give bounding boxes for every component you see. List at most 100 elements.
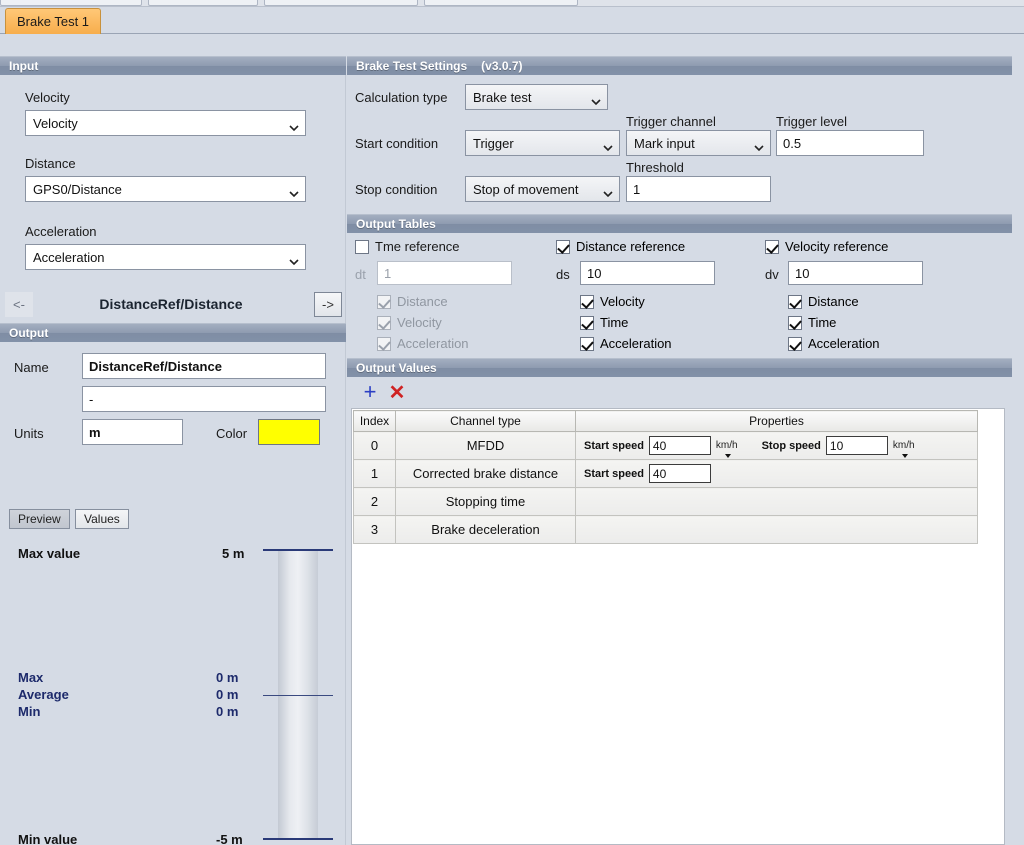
calculation-type-select[interactable]: Brake test — [465, 84, 608, 110]
top-toolbar-strip — [0, 0, 1024, 7]
property-label: Start speed — [584, 467, 644, 480]
property-start-speed: Start speed 40 — [584, 464, 972, 483]
start-speed-value: 40 — [652, 466, 667, 481]
checkbox[interactable] — [377, 315, 391, 330]
remove-output-value-button[interactable]: ✕ — [387, 383, 407, 403]
stop-speed-unit-dropdown[interactable]: km/h — [893, 440, 917, 458]
trigger-level-value: 0.5 — [783, 135, 802, 151]
threshold-input[interactable]: 1 — [626, 176, 771, 202]
stop-speed-input[interactable]: 10 — [825, 436, 888, 455]
velocity-select[interactable]: Velocity — [25, 110, 306, 136]
distance-label: Distance — [25, 156, 76, 171]
tab-brake-test-1[interactable]: Brake Test 1 — [5, 8, 102, 34]
name-label: Name — [14, 360, 49, 375]
acceleration-select[interactable]: Acceleration — [25, 244, 306, 270]
max-value-reading: 5 m — [222, 546, 245, 561]
start-speed-input[interactable]: 40 — [648, 436, 711, 455]
output-tables-header: Output Tables — [347, 214, 1012, 233]
values-tab-button[interactable]: Values — [75, 509, 129, 529]
velocity-ref-option-acceleration[interactable]: Acceleration — [788, 336, 880, 351]
distance-ref-option-velocity[interactable]: Velocity — [580, 294, 645, 309]
velocity-reference-checkbox-row[interactable]: Velocity reference — [765, 239, 888, 254]
name-input[interactable]: DistanceRef/Distance — [82, 353, 326, 379]
dt-value: 1 — [384, 265, 392, 281]
distance-select-value: GPS0/Distance — [33, 181, 122, 197]
property-start-speed: Start speed 40 km/h — [584, 436, 740, 458]
checkbox[interactable] — [788, 336, 802, 351]
stat-label-min: Min — [18, 704, 41, 719]
stop-condition-select[interactable]: Stop of movement — [465, 176, 620, 202]
velocity-reference-checkbox[interactable] — [765, 239, 779, 254]
trigger-channel-value: Mark input — [634, 135, 695, 151]
start-speed-input[interactable]: 40 — [648, 464, 711, 483]
time-ref-option-acceleration[interactable]: Acceleration — [377, 336, 469, 351]
time-reference-checkbox[interactable] — [355, 239, 369, 254]
table-row[interactable]: 2 Stopping time — [353, 487, 978, 516]
distance-reference-checkbox[interactable] — [556, 239, 570, 254]
stat-value-average: 0 m — [216, 687, 239, 702]
ds-input[interactable]: 10 — [580, 261, 715, 285]
distance-select[interactable]: GPS0/Distance — [25, 176, 306, 202]
dt-input[interactable]: 1 — [377, 261, 512, 285]
time-reference-checkbox-row[interactable]: Tme reference — [355, 239, 460, 254]
unit-label: km/h — [715, 440, 738, 451]
preview-tab-button[interactable]: Preview — [9, 509, 70, 529]
velocity-select-value: Velocity — [33, 115, 78, 131]
checkbox[interactable] — [580, 315, 594, 330]
distance-ref-option-acceleration[interactable]: Acceleration — [580, 336, 672, 351]
dt-label: dt — [355, 267, 366, 282]
velocity-label: Velocity — [25, 90, 70, 105]
row-properties — [575, 487, 978, 516]
table-row[interactable]: 3 Brake deceleration — [353, 515, 978, 544]
next-channel-label: -> — [322, 297, 334, 312]
checkbox[interactable] — [377, 336, 391, 351]
preview-tab-label: Preview — [18, 512, 61, 526]
color-swatch[interactable] — [258, 419, 320, 445]
time-reference-label: Tme reference — [375, 239, 460, 254]
units-input[interactable]: m — [82, 419, 183, 445]
property-label: Stop speed — [761, 439, 821, 452]
next-channel-button[interactable]: -> — [314, 292, 342, 317]
time-ref-option-distance[interactable]: Distance — [377, 294, 448, 309]
checkbox[interactable] — [580, 336, 594, 351]
trigger-level-label: Trigger level — [776, 114, 848, 129]
trigger-level-input[interactable]: 0.5 — [776, 130, 924, 156]
option-label: Acceleration — [397, 336, 469, 351]
checkbox[interactable] — [580, 294, 594, 309]
output-panel-header: Output — [0, 323, 346, 342]
brake-test-settings-header: Brake Test Settings (v3.0.7) — [347, 56, 1012, 75]
tab-content-gap — [0, 34, 1024, 56]
checkbox[interactable] — [788, 294, 802, 309]
row-channel-type: Corrected brake distance — [395, 459, 576, 488]
time-ref-option-velocity[interactable]: Velocity — [377, 315, 442, 330]
dv-input[interactable]: 10 — [788, 261, 923, 285]
dv-value: 10 — [795, 265, 810, 281]
table-row[interactable]: 1 Corrected brake distance Start speed 4… — [353, 459, 978, 488]
chevron-down-icon — [603, 140, 613, 152]
output-values-title: Output Values — [356, 361, 437, 375]
distance-ref-option-time[interactable]: Time — [580, 315, 628, 330]
start-condition-select[interactable]: Trigger — [465, 130, 620, 156]
velocity-ref-option-distance[interactable]: Distance — [788, 294, 859, 309]
caret-down-icon — [901, 454, 908, 458]
checkbox[interactable] — [788, 315, 802, 330]
output-values-table: Index Channel type Properties 0 MFDD Sta… — [353, 410, 978, 544]
trigger-channel-select[interactable]: Mark input — [626, 130, 771, 156]
previous-channel-button[interactable]: <- — [5, 292, 33, 317]
checkbox[interactable] — [377, 294, 391, 309]
tab-bar: Brake Test 1 — [0, 7, 1024, 34]
output-values-header: Output Values — [347, 358, 1012, 377]
row-channel-type: MFDD — [395, 431, 576, 460]
calculation-type-label: Calculation type — [355, 90, 448, 105]
brake-test-settings-title: Brake Test Settings — [356, 59, 468, 73]
add-output-value-button[interactable]: + — [360, 381, 380, 403]
start-speed-unit-dropdown[interactable]: km/h — [715, 440, 740, 458]
velocity-ref-option-time[interactable]: Time — [788, 315, 836, 330]
channel-title: DistanceRef/Distance — [99, 296, 243, 312]
distance-reference-checkbox-row[interactable]: Distance reference — [556, 239, 685, 254]
chevron-down-icon — [289, 186, 299, 198]
right-column: Brake Test Settings (v3.0.7) Calculation… — [347, 56, 1024, 845]
description-input[interactable]: - — [82, 386, 326, 412]
stop-condition-label: Stop condition — [355, 182, 438, 197]
table-row[interactable]: 0 MFDD Start speed 40 km/h Stop speed 10… — [353, 431, 978, 460]
